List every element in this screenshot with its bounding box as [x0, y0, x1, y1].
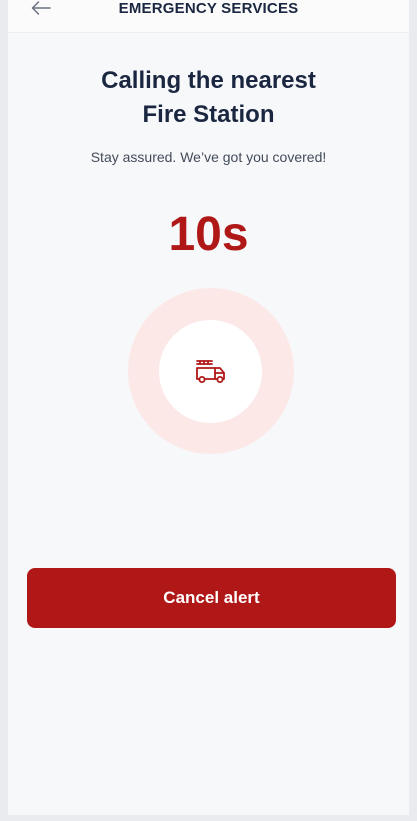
header-title: EMERGENCY SERVICES [118, 0, 299, 17]
fire-truck-icon [195, 359, 225, 383]
app-screen: EMERGENCY SERVICES Calling the nearest F… [8, 0, 409, 815]
page-subtitle: Stay assured. We’ve got you covered! [90, 149, 327, 165]
top-bar: EMERGENCY SERVICES [8, 0, 409, 33]
countdown-timer: 10s [168, 208, 249, 261]
page-title: Calling the nearest Fire Station [8, 64, 409, 132]
icon-circle [159, 320, 262, 423]
title-line-1: Calling the nearest [101, 67, 316, 94]
title-line-2: Fire Station [142, 101, 275, 128]
cancel-alert-button[interactable]: Cancel alert [27, 568, 396, 628]
